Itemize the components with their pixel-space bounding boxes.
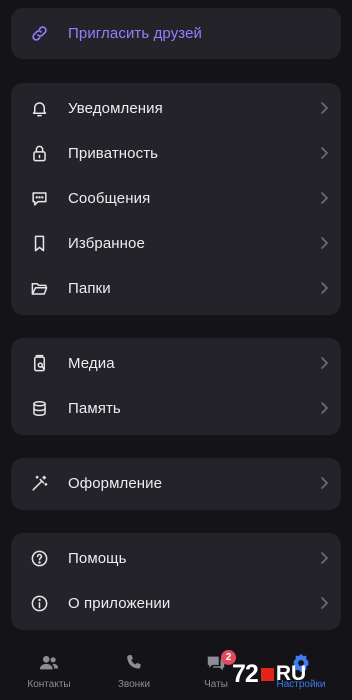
storage-label: Память <box>68 400 121 417</box>
message-icon <box>30 189 49 208</box>
storage-row[interactable]: Память <box>11 386 341 431</box>
invite-friends-label: Пригласить друзей <box>68 25 203 42</box>
settings-group-appearance: Оформление <box>11 458 341 510</box>
invite-card: Пригласить друзей <box>11 8 341 59</box>
info-icon <box>30 594 49 613</box>
tab-calls[interactable]: Звонки <box>90 640 178 700</box>
chevron-right-icon <box>319 191 329 205</box>
watermark-square <box>260 667 274 681</box>
chevron-right-icon <box>319 356 329 370</box>
database-icon <box>30 399 49 418</box>
tab-contacts[interactable]: Контакты <box>5 640 93 700</box>
appearance-row[interactable]: Оформление <box>11 461 341 506</box>
invite-friends-row[interactable]: Пригласить друзей <box>11 11 341 56</box>
media-icon <box>30 354 49 373</box>
media-label: Медиа <box>68 355 115 372</box>
bell-icon <box>30 99 49 118</box>
folder-icon <box>30 279 49 298</box>
notifications-row[interactable]: Уведомления <box>11 86 341 131</box>
about-label: О приложении <box>68 595 171 612</box>
phone-icon <box>123 652 145 674</box>
chevron-right-icon <box>319 551 329 565</box>
chevron-right-icon <box>319 476 329 490</box>
watermark-suffix: RU <box>275 662 307 685</box>
appearance-label: Оформление <box>68 475 163 492</box>
privacy-row[interactable]: Приватность <box>11 131 341 176</box>
chevron-right-icon <box>319 281 329 295</box>
tab-contacts-label: Контакты <box>27 679 71 690</box>
folders-row[interactable]: Папки <box>11 266 341 311</box>
settings-group-storage: Медиа Память <box>11 338 341 435</box>
about-row[interactable]: О приложении <box>11 581 341 626</box>
favorites-row[interactable]: Избранное <box>11 221 341 266</box>
question-icon <box>30 549 49 568</box>
folders-label: Папки <box>68 280 111 297</box>
chevron-right-icon <box>319 596 329 610</box>
watermark-number: 72 <box>232 659 259 688</box>
chevron-right-icon <box>319 401 329 415</box>
lock-icon <box>30 144 49 163</box>
chevron-right-icon <box>319 236 329 250</box>
bookmark-icon <box>30 234 49 253</box>
tab-calls-label: Звонки <box>117 679 151 690</box>
notifications-label: Уведомления <box>68 100 163 117</box>
privacy-label: Приватность <box>68 145 159 162</box>
media-row[interactable]: Медиа <box>11 341 341 386</box>
chevron-right-icon <box>319 146 329 160</box>
watermark-logo: 72 RU <box>232 659 306 689</box>
chevron-right-icon <box>319 101 329 115</box>
settings-group-main: Уведомления Приватность Сообщения Избран… <box>11 83 341 315</box>
favorites-label: Избранное <box>68 235 145 252</box>
messages-label: Сообщения <box>68 190 151 207</box>
link-icon <box>30 24 49 43</box>
help-row[interactable]: Помощь <box>11 536 341 581</box>
help-label: Помощь <box>68 550 127 567</box>
contacts-icon <box>38 652 60 674</box>
messages-row[interactable]: Сообщения <box>11 176 341 221</box>
settings-group-help: Помощь О приложении <box>11 533 341 630</box>
magic-wand-icon <box>30 474 49 493</box>
